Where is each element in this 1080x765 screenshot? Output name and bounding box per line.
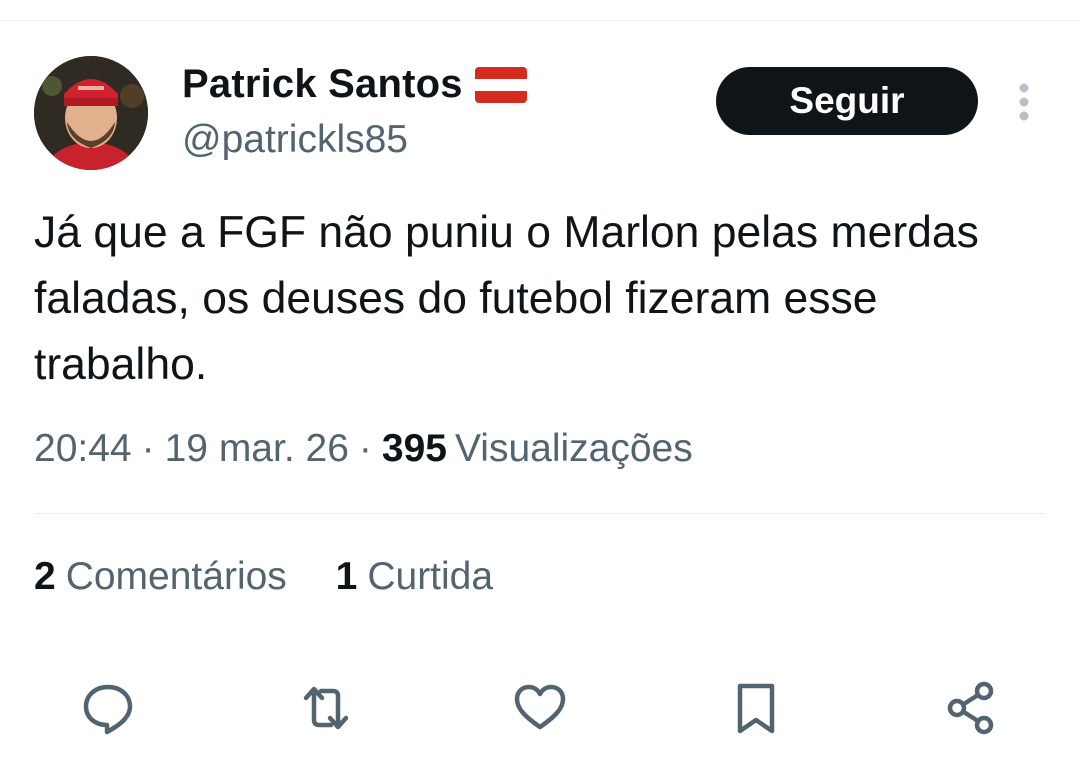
tweet-time[interactable]: 20:44 bbox=[34, 427, 132, 470]
bookmark-icon bbox=[737, 683, 775, 734]
more-options-button[interactable] bbox=[1008, 80, 1040, 124]
share-icon bbox=[947, 681, 994, 735]
reply-button[interactable] bbox=[80, 680, 136, 736]
tweet-stats: 2 Comentários 1 Curtida bbox=[34, 555, 531, 599]
avatar[interactable] bbox=[34, 56, 148, 170]
author-name-row[interactable]: Patrick Santos bbox=[182, 62, 527, 107]
like-button[interactable] bbox=[512, 680, 568, 736]
bookmark-button[interactable] bbox=[728, 680, 784, 736]
flag-emoji-icon bbox=[474, 66, 527, 103]
avatar-image bbox=[34, 56, 148, 170]
meta-separator: · bbox=[141, 427, 155, 470]
top-divider bbox=[0, 20, 1080, 21]
meta-separator: · bbox=[358, 427, 372, 470]
likes-count: 1 bbox=[335, 555, 358, 598]
comments-label: Comentários bbox=[65, 555, 287, 598]
likes-label: Curtida bbox=[367, 555, 494, 598]
likes-stat[interactable]: 1 Curtida bbox=[336, 555, 493, 599]
author-name[interactable]: Patrick Santos bbox=[182, 62, 463, 107]
stats-divider bbox=[34, 513, 1046, 514]
tweet-text: Já que a FGF não puniu o Marlon pelas me… bbox=[34, 208, 979, 389]
comments-count: 2 bbox=[34, 555, 56, 598]
retweet-button[interactable] bbox=[298, 680, 354, 736]
author-handle[interactable]: @patrickls85 bbox=[182, 118, 408, 162]
share-button[interactable] bbox=[944, 680, 1000, 736]
follow-button[interactable]: Seguir bbox=[716, 67, 978, 135]
tweet-meta: 20:44 · 19 mar. 26 · 395 Visualizações bbox=[34, 427, 693, 471]
tweet-date[interactable]: 19 mar. 26 bbox=[165, 427, 349, 470]
views-label: Visualizações bbox=[454, 427, 693, 470]
retweet-icon bbox=[303, 686, 349, 730]
like-icon bbox=[514, 684, 566, 730]
reply-icon bbox=[83, 684, 133, 735]
more-vertical-icon bbox=[1019, 83, 1029, 121]
views-count: 395 bbox=[381, 427, 447, 470]
comments-stat[interactable]: 2 Comentários bbox=[34, 555, 287, 599]
